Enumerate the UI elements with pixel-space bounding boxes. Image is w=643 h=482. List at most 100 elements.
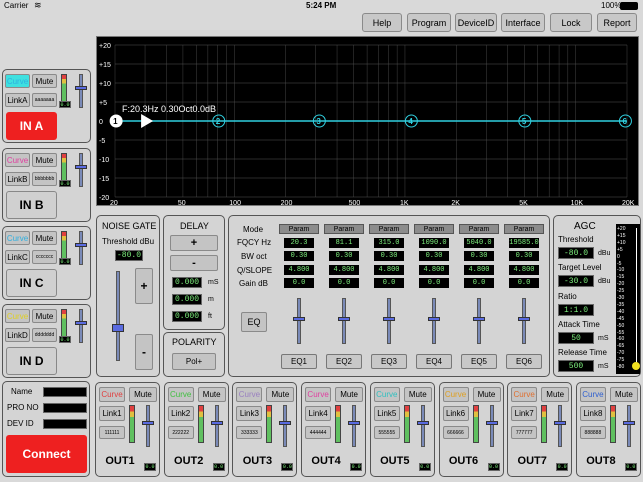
output-mute-button[interactable]: Mute [403, 387, 432, 402]
output-fader[interactable] [146, 405, 150, 447]
band-gain-value[interactable]: 0.0 [374, 278, 404, 288]
input-mute-button[interactable]: Mute [32, 231, 57, 245]
delay-minus-button[interactable]: - [170, 255, 218, 271]
program-button[interactable]: Program [407, 13, 451, 32]
output-fader[interactable] [626, 405, 631, 447]
output-fader[interactable] [283, 405, 288, 447]
output-link-button[interactable]: Link6 [442, 406, 469, 421]
input-mute-button[interactable]: Mute [32, 74, 57, 88]
band-mode-button[interactable]: Param [414, 224, 454, 234]
output-mute-button[interactable]: Mute [129, 387, 157, 402]
band-bw-value[interactable]: 0.30 [374, 251, 404, 261]
band-mode-button[interactable]: Param [459, 224, 499, 234]
output-curve-button[interactable]: Curve [167, 387, 194, 402]
output-fader[interactable] [420, 405, 425, 447]
band-select-button[interactable]: EQ1 [281, 354, 317, 369]
band-freq-value[interactable]: 1090.0 [419, 238, 449, 248]
band-gain-fader[interactable] [342, 298, 346, 344]
output-select-button[interactable]: OUT1 [100, 451, 140, 471]
band-freq-value[interactable]: 315.0 [374, 238, 404, 248]
band-select-button[interactable]: EQ5 [461, 354, 497, 369]
agc-meter-handle[interactable] [632, 362, 640, 370]
gate-fader-knob[interactable] [112, 324, 124, 332]
output-select-button[interactable]: OUT5 [375, 451, 415, 471]
band-bw-value[interactable]: 0.30 [284, 251, 314, 261]
delay-ft-value[interactable]: 0.000 [172, 311, 202, 322]
input-curve-button[interactable]: Curve [5, 153, 30, 167]
output-fader-knob[interactable] [142, 421, 154, 425]
output-fader[interactable] [558, 405, 563, 447]
output-link-button[interactable]: Link8 [579, 406, 606, 421]
delay-plus-button[interactable]: + [170, 235, 218, 251]
band-select-button[interactable]: EQ6 [506, 354, 542, 369]
output-curve-button[interactable]: Curve [579, 387, 606, 402]
output-link-button[interactable]: Link7 [511, 406, 538, 421]
report-button[interactable]: Report [597, 13, 637, 32]
output-link-button[interactable]: Link1 [99, 406, 125, 421]
band-q-value[interactable]: 4.800 [284, 265, 314, 275]
agc-meter[interactable]: +20 +15 +10 +5 0 -5 -10 -15 -20 -25 -30 -35 -40 -45 -5… [616, 224, 640, 374]
band-gain-value[interactable]: 0.0 [284, 278, 314, 288]
input-fader-knob[interactable] [75, 165, 87, 169]
input-select-button[interactable]: IN A [6, 112, 57, 140]
output-curve-button[interactable]: Curve [236, 387, 263, 402]
band-q-value[interactable]: 4.800 [374, 265, 404, 275]
band-freq-value[interactable]: 81.1 [329, 238, 359, 248]
output-mute-button[interactable]: Mute [609, 387, 638, 402]
band-q-value[interactable]: 4.800 [464, 265, 494, 275]
output-fader-knob[interactable] [279, 421, 292, 425]
input-link-button[interactable]: LinkA [5, 93, 30, 107]
band-gain-knob[interactable] [383, 317, 395, 321]
band-freq-value[interactable]: 20.3 [284, 238, 314, 248]
help-button[interactable]: Help [362, 13, 402, 32]
input-select-button[interactable]: IN C [6, 269, 57, 297]
output-fader-knob[interactable] [210, 421, 223, 425]
band-bw-value[interactable]: 0.30 [509, 251, 539, 261]
output-select-button[interactable]: OUT7 [512, 451, 552, 471]
output-fader[interactable] [489, 405, 494, 447]
band-gain-knob[interactable] [473, 317, 485, 321]
band-gain-fader[interactable] [522, 298, 526, 344]
output-link-button[interactable]: Link2 [167, 406, 194, 421]
band-gain-fader[interactable] [387, 298, 391, 344]
device-id-button[interactable]: DeviceID [455, 13, 497, 32]
band-select-button[interactable]: EQ3 [371, 354, 407, 369]
agc-ratio-value[interactable]: 1:1.0 [558, 304, 594, 316]
band-q-value[interactable]: 4.800 [329, 265, 359, 275]
band-select-button[interactable]: EQ2 [326, 354, 362, 369]
output-link-button[interactable]: Link5 [373, 406, 400, 421]
band-q-value[interactable]: 4.800 [419, 265, 449, 275]
output-fader-knob[interactable] [485, 421, 498, 425]
input-curve-button[interactable]: Curve [5, 74, 30, 88]
connect-button[interactable]: Connect [6, 435, 87, 473]
output-select-button[interactable]: OUT8 [581, 451, 621, 471]
output-mute-button[interactable]: Mute [197, 387, 226, 402]
input-select-button[interactable]: IN D [6, 347, 57, 375]
output-curve-button[interactable]: Curve [511, 387, 538, 402]
polarity-button[interactable]: Pol+ [172, 353, 216, 370]
output-fader-knob[interactable] [622, 421, 635, 425]
band-gain-knob[interactable] [428, 317, 440, 321]
input-curve-button[interactable]: Curve [5, 309, 30, 323]
band-select-button[interactable]: EQ4 [416, 354, 452, 369]
band-mode-button[interactable]: Param [279, 224, 319, 234]
input-mute-button[interactable]: Mute [32, 309, 57, 323]
input-fader[interactable] [79, 309, 83, 343]
band-gain-knob[interactable] [293, 317, 305, 321]
output-select-button[interactable]: OUT6 [444, 451, 484, 471]
output-link-button[interactable]: Link4 [305, 406, 332, 421]
band-freq-value[interactable]: 19585.0 [509, 238, 539, 248]
lock-button[interactable]: Lock [550, 13, 592, 32]
output-fader[interactable] [214, 405, 219, 447]
output-mute-button[interactable]: Mute [541, 387, 570, 402]
output-fader-knob[interactable] [348, 421, 361, 425]
band-gain-value[interactable]: 0.0 [329, 278, 359, 288]
band-gain-fader[interactable] [477, 298, 481, 344]
input-link-button[interactable]: LinkD [5, 328, 30, 342]
output-select-button[interactable]: OUT3 [237, 451, 277, 471]
input-curve-button[interactable]: Curve [5, 231, 30, 245]
gate-fader-track[interactable] [116, 271, 120, 361]
input-fader[interactable] [79, 153, 83, 187]
output-curve-button[interactable]: Curve [99, 387, 125, 402]
gate-minus-button[interactable]: - [135, 334, 153, 370]
